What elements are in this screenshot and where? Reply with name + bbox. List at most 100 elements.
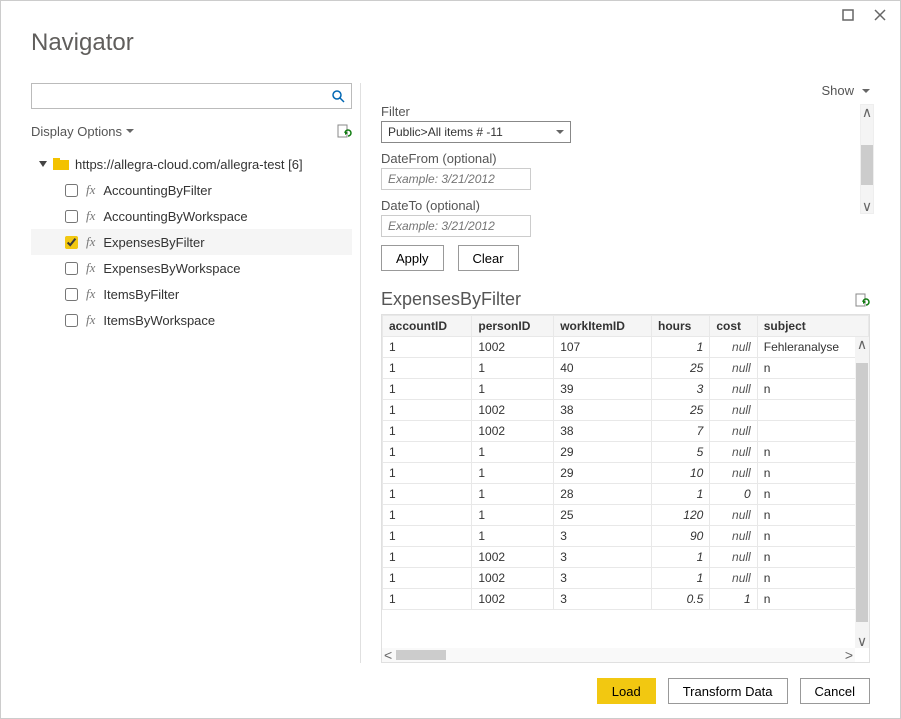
column-header[interactable]: subject xyxy=(757,316,868,337)
scroll-down-icon[interactable]: ∨ xyxy=(857,634,867,648)
function-icon: fx xyxy=(86,260,95,276)
table-cell: 1002 xyxy=(472,337,554,358)
table-cell: null xyxy=(710,568,757,589)
function-icon: fx xyxy=(86,234,95,250)
display-options-dropdown[interactable]: Display Options xyxy=(31,124,134,139)
table-cell: n xyxy=(757,589,868,610)
tree-item[interactable]: fxAccountingByWorkspace xyxy=(31,203,352,229)
search-field[interactable] xyxy=(38,88,331,105)
refresh-icon[interactable] xyxy=(336,123,352,139)
table-cell: 1 xyxy=(383,379,472,400)
tree-item-label: ItemsByWorkspace xyxy=(103,313,215,328)
tree-item[interactable]: fxAccountingByFilter xyxy=(31,177,352,203)
tree-item-checkbox[interactable] xyxy=(65,236,78,249)
filter-dropdown[interactable]: Public>All items # -11 xyxy=(381,121,571,143)
table-cell xyxy=(757,421,868,442)
table-cell: n xyxy=(757,484,868,505)
table-row[interactable]: 114025nulln xyxy=(383,358,869,379)
tree-item[interactable]: fxItemsByWorkspace xyxy=(31,307,352,333)
table-cell: 1 xyxy=(383,337,472,358)
tree-item[interactable]: fx ItemsByFilter xyxy=(31,281,352,307)
scroll-up-icon[interactable]: ∧ xyxy=(862,105,872,119)
table-cell: n xyxy=(757,526,868,547)
close-icon[interactable] xyxy=(872,7,888,23)
table-row[interactable]: 11390nulln xyxy=(383,526,869,547)
show-dropdown[interactable]: Show xyxy=(821,83,870,98)
column-header[interactable]: cost xyxy=(710,316,757,337)
table-cell: 1002 xyxy=(472,400,554,421)
table-cell: 10 xyxy=(651,463,709,484)
table-cell: 1002 xyxy=(472,547,554,568)
table-row[interactable]: 1125120nulln xyxy=(383,505,869,526)
scroll-thumb[interactable] xyxy=(396,650,446,660)
filter-label: Filter xyxy=(381,104,870,119)
table-cell: null xyxy=(710,400,757,421)
table-cell: 1 xyxy=(710,589,757,610)
table-cell: 1 xyxy=(383,463,472,484)
function-icon: fx xyxy=(86,182,95,198)
table-cell: n xyxy=(757,442,868,463)
apply-button[interactable]: Apply xyxy=(381,245,444,271)
tree-root[interactable]: https://allegra-cloud.com/allegra-test [… xyxy=(31,151,352,177)
clear-button[interactable]: Clear xyxy=(458,245,519,271)
tree-item-checkbox[interactable] xyxy=(65,288,78,301)
table-cell: null xyxy=(710,547,757,568)
chevron-down-icon[interactable] xyxy=(39,159,49,169)
table-row[interactable]: 11002387null xyxy=(383,421,869,442)
column-header[interactable]: hours xyxy=(651,316,709,337)
maximize-icon[interactable] xyxy=(840,7,856,23)
column-header[interactable]: workItemID xyxy=(554,316,652,337)
dateto-input[interactable] xyxy=(381,215,531,237)
datefrom-input[interactable] xyxy=(381,168,531,190)
search-input[interactable] xyxy=(31,83,352,109)
search-icon[interactable] xyxy=(331,89,345,103)
table-row[interactable]: 110021071nullFehleranalyse xyxy=(383,337,869,358)
filter-value: Public>All items # -11 xyxy=(388,125,503,139)
table-horizontal-scrollbar[interactable]: < > xyxy=(382,648,855,662)
load-button[interactable]: Load xyxy=(597,678,656,704)
table-cell: 1 xyxy=(383,484,472,505)
preview-table: accountIDpersonIDworkItemIDhourscostsubj… xyxy=(381,314,870,663)
table-row[interactable]: 1100231nulln xyxy=(383,547,869,568)
table-row[interactable]: 1100231nulln xyxy=(383,568,869,589)
page-title: Navigator xyxy=(31,29,870,57)
scroll-left-icon[interactable]: < xyxy=(384,648,392,662)
table-cell: n xyxy=(757,379,868,400)
column-header[interactable]: accountID xyxy=(383,316,472,337)
scroll-right-icon[interactable]: > xyxy=(845,648,853,662)
tree-item-checkbox[interactable] xyxy=(65,210,78,223)
table-row[interactable]: 11393nulln xyxy=(383,379,869,400)
tree-item-checkbox[interactable] xyxy=(65,314,78,327)
tree-item-checkbox[interactable] xyxy=(65,262,78,275)
tree-item-label: ExpensesByFilter xyxy=(103,235,204,250)
scroll-down-icon[interactable]: ∨ xyxy=(862,199,872,213)
tree-item[interactable]: fx ExpensesByFilter xyxy=(31,229,352,255)
table-row[interactable]: 11295nulln xyxy=(383,442,869,463)
table-vertical-scrollbar[interactable]: ∧ ∨ xyxy=(855,337,869,648)
filter-area: Filter Public>All items # -11 DateFrom (… xyxy=(381,104,870,289)
tree-item-label: ItemsByFilter xyxy=(103,287,179,302)
table-cell: 1 xyxy=(472,463,554,484)
table-row[interactable]: 1100230.51n xyxy=(383,589,869,610)
right-pane: Show Filter Public>All items # -11 DateF… xyxy=(361,83,870,663)
footer: Load Transform Data Cancel xyxy=(597,678,870,704)
function-icon: fx xyxy=(86,286,95,302)
table-row[interactable]: 112810n xyxy=(383,484,869,505)
table-cell: 1 xyxy=(472,442,554,463)
preview-title: ExpensesByFilter xyxy=(381,289,521,310)
refresh-icon[interactable] xyxy=(854,292,870,308)
table-row[interactable]: 110023825null xyxy=(383,400,869,421)
column-header[interactable]: personID xyxy=(472,316,554,337)
table-cell: 1 xyxy=(383,442,472,463)
scroll-thumb[interactable] xyxy=(861,145,873,185)
cancel-button[interactable]: Cancel xyxy=(800,678,870,704)
display-options-row: Display Options xyxy=(31,117,352,145)
scroll-thumb[interactable] xyxy=(856,363,868,622)
scroll-up-icon[interactable]: ∧ xyxy=(857,337,867,351)
table-row[interactable]: 112910nulln xyxy=(383,463,869,484)
tree-item-checkbox[interactable] xyxy=(65,184,78,197)
filter-scrollbar[interactable]: ∧ ∨ xyxy=(860,104,874,214)
tree-item[interactable]: fxExpensesByWorkspace xyxy=(31,255,352,281)
table-cell: 90 xyxy=(651,526,709,547)
transform-data-button[interactable]: Transform Data xyxy=(668,678,788,704)
